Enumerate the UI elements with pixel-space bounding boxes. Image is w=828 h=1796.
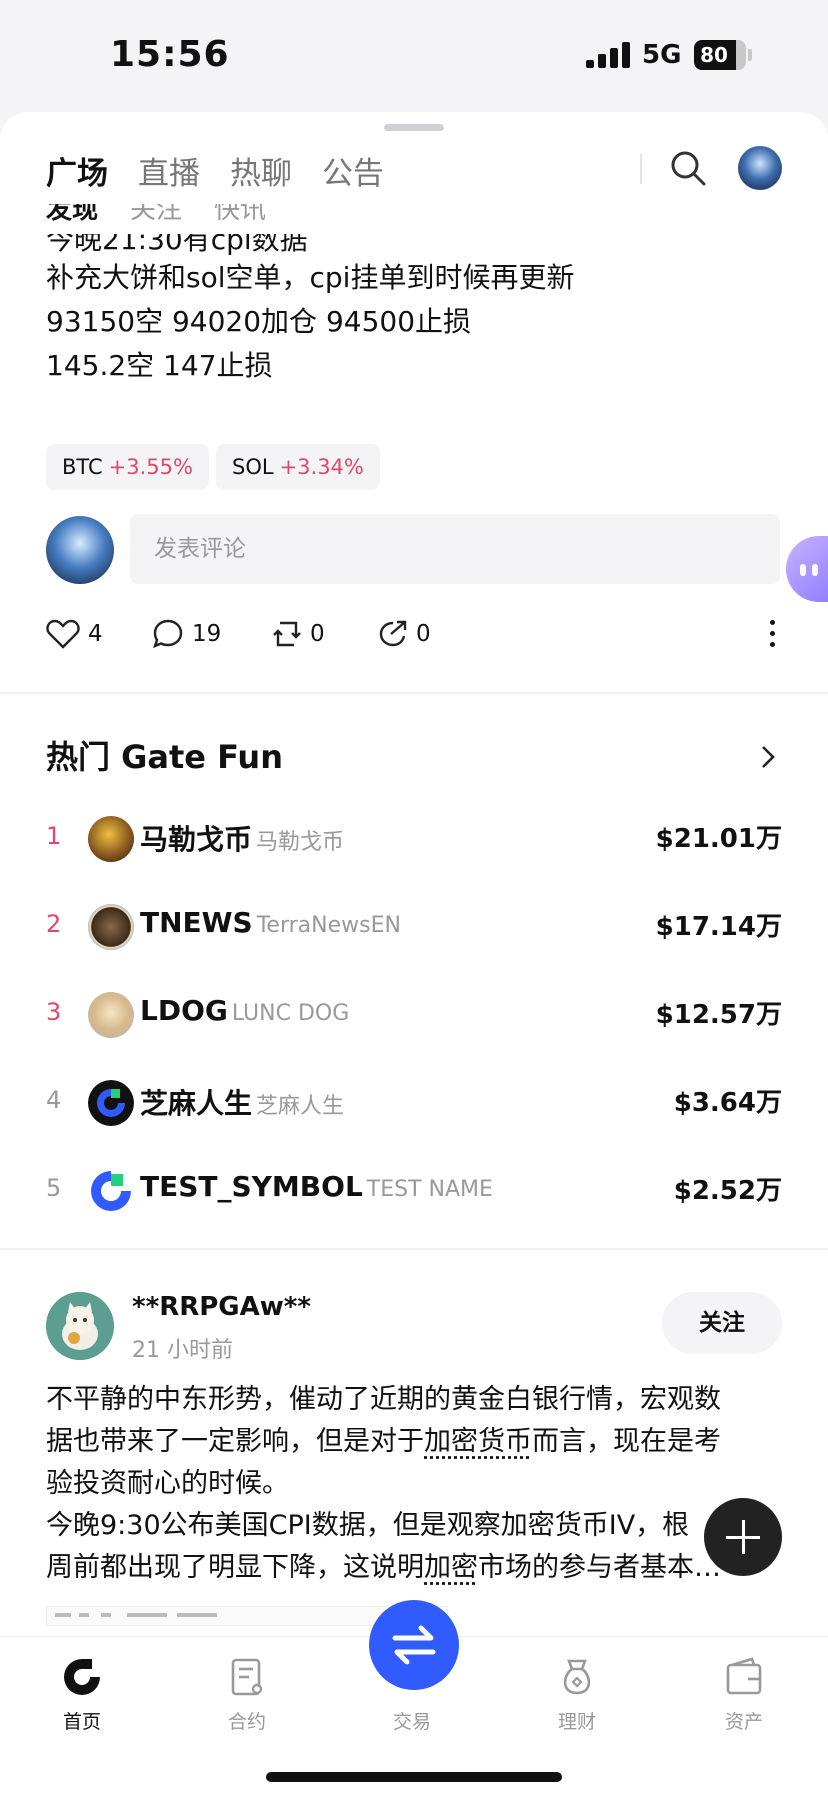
sheet-grabber[interactable] [384,124,444,131]
heart-icon [46,619,80,649]
comment-button[interactable]: 19 [152,614,221,654]
gate-fun-item[interactable]: 4 芝麻人生 芝麻人生 $3.64万 [46,1078,782,1128]
subtab-bar: 发现 关注 快讯 [46,204,446,232]
battery-level: 80 [694,40,734,70]
subtab-following[interactable]: 关注 [130,204,182,230]
swap-arrows-icon [369,1600,459,1690]
finance-icon [555,1655,599,1699]
post-text-line: 不平静的中东形势，催动了近期的黄金白银行情，宏观数 [46,1380,721,1420]
tab-square[interactable]: 广场 [46,148,108,193]
post-text-line: 145.2空 147止损 [46,346,273,386]
gate-logo-icon [88,1168,134,1214]
repost-button[interactable]: 0 [272,614,325,654]
chevron-right-icon[interactable] [760,744,776,770]
content-sheet: 广场 直播 热聊 公告 发现 关注 快讯 今晚21:30有cpi数据 补充大饼和… [0,112,828,1795]
network-type: 5G [642,40,681,70]
topic-link[interactable]: 加密 [424,1552,478,1583]
share-button[interactable]: 0 [378,614,431,654]
gate-logo-icon [88,1080,134,1126]
nav-finance[interactable]: 理财 [527,1655,627,1734]
signal-icon [586,42,632,68]
comment-count: 19 [192,621,221,647]
tab-announcement[interactable]: 公告 [322,148,384,193]
post-username[interactable]: **RRPGAw** [132,1292,311,1322]
comment-icon [152,618,184,650]
trade-button[interactable] [369,1600,459,1690]
status-bar: 15:56 5G 80 [0,0,828,112]
post-text-line: 今晚9:30公布美国CPI数据，但是观察加密货币IV，根 [46,1506,689,1546]
gate-fun-item[interactable]: 5 TEST_SYMBOL TEST NAME $2.52万 [46,1166,782,1216]
gate-fun-title: 热门 Gate Fun [46,732,283,778]
post-text-line: 周前都出现了明显下降，这说明加密市场的参与者基本… [46,1548,721,1588]
more-options-icon[interactable] [770,620,776,650]
repost-icon [272,619,302,649]
token-avatar-icon [88,992,134,1038]
follow-button[interactable]: 关注 [662,1292,782,1354]
post-actions: 4 19 0 0 [46,614,782,654]
user-avatar[interactable] [46,1292,114,1360]
like-button[interactable]: 4 [46,614,103,654]
commenter-avatar [46,516,114,584]
home-icon [60,1655,104,1699]
share-count: 0 [416,621,431,647]
subtab-flash-news[interactable]: 快讯 [214,204,266,230]
share-icon [378,619,408,649]
coin-chip-sol[interactable]: SOL +3.34% [216,444,380,490]
nav-home[interactable]: 首页 [32,1655,132,1734]
gate-fun-item[interactable]: 2 TNEWS TerraNewsEN $17.14万 [46,902,782,952]
status-time: 15:56 [110,34,230,75]
comment-input[interactable]: 发表评论 [130,514,780,584]
post-text-line: 补充大饼和sol空单，cpi挂单到时候再更新 [46,258,574,298]
create-post-button[interactable] [704,1498,782,1576]
nav-contract[interactable]: 合约 [197,1655,297,1734]
tab-hot-chat[interactable]: 热聊 [230,148,292,193]
coin-chip-btc[interactable]: BTC +3.55% [46,444,209,490]
cat-avatar-icon [46,1292,114,1360]
profile-avatar[interactable] [738,146,782,190]
assistant-bubble[interactable] [786,536,828,602]
post-text-line: 93150空 94020加仓 94500止损 [46,302,471,342]
gate-fun-item[interactable]: 3 LDOG LUNC DOG $12.57万 [46,990,782,1040]
battery-icon: 80 [694,40,746,70]
token-avatar-icon [88,904,134,950]
topic-link[interactable]: 加密货币 [424,1426,532,1457]
post-timestamp: 21 小时前 [132,1332,233,1364]
search-icon[interactable] [668,148,708,188]
contract-icon [225,1655,269,1699]
nav-assets[interactable]: 资产 [694,1655,794,1734]
gate-fun-item[interactable]: 1 马勒戈币 马勒戈币 $21.01万 [46,814,782,864]
home-indicator [266,1772,562,1782]
tab-live[interactable]: 直播 [138,148,200,193]
token-avatar-icon [88,816,134,862]
wallet-icon [722,1655,766,1699]
repost-count: 0 [310,621,325,647]
post-text-line: 今晚21:30有cpi数据 [46,234,546,256]
like-count: 4 [88,621,103,647]
post-text-line: 验投资耐心的时候。 [46,1464,289,1504]
post-text-line: 据也带来了一定影响，但是对于加密货币而言，现在是考 [46,1422,721,1462]
subtab-discover[interactable]: 发现 [46,204,98,230]
